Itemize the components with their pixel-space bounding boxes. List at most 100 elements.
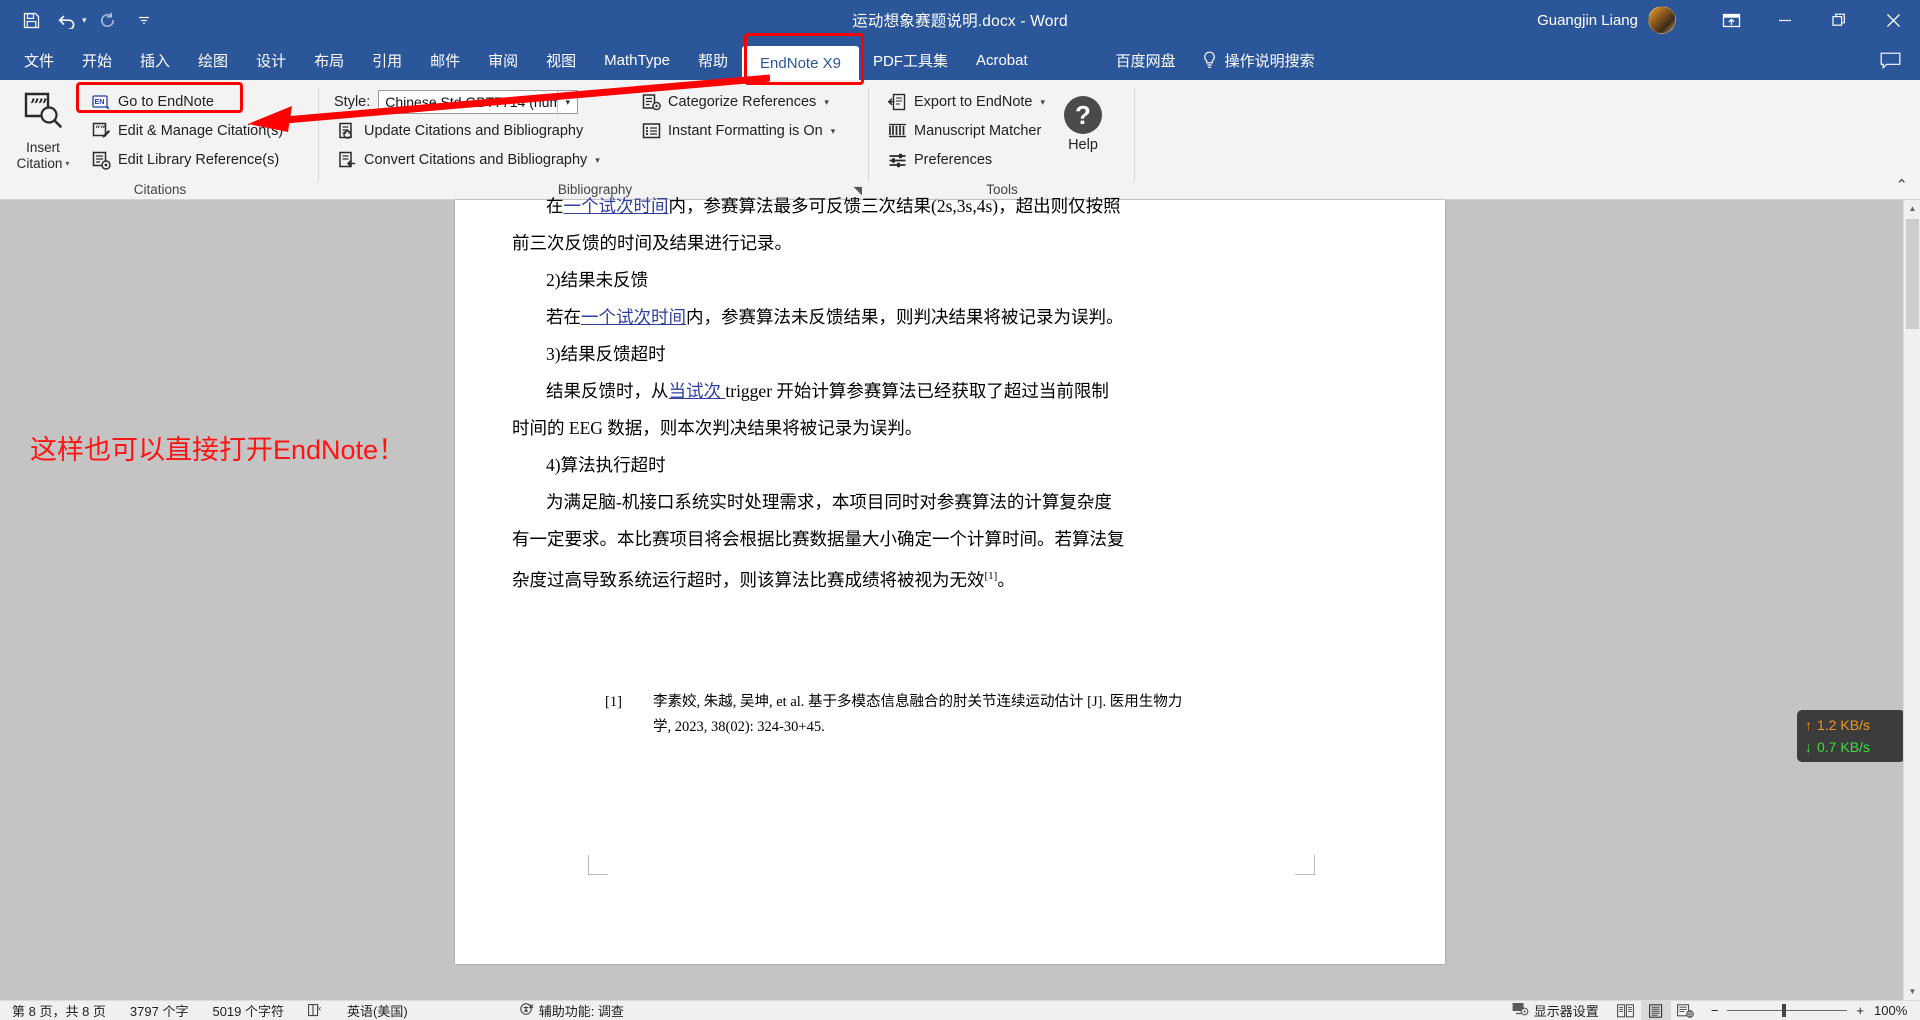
tab-home[interactable]: 开始: [68, 40, 126, 80]
page-indicator[interactable]: 第 8 页，共 8 页: [0, 1001, 118, 1020]
vertical-scrollbar[interactable]: ▲ ▼: [1903, 200, 1920, 1000]
chevron-down-icon[interactable]: ▾: [557, 91, 578, 113]
insert-citation-button[interactable]: ” ” Insert Citation ▾: [8, 86, 78, 174]
chevron-down-icon[interactable]: ▾: [595, 155, 600, 166]
tab-file[interactable]: 文件: [10, 40, 68, 80]
document-page[interactable]: 在一个试次时间内，参赛算法最多可反馈三次结果(2s,3s,4s)，超出则仅按照 …: [455, 196, 1445, 964]
cross-reference-link[interactable]: 当试次: [669, 381, 726, 401]
convert-citations-bibliography-button[interactable]: Convert Citations and Bibliography ▾: [334, 148, 604, 172]
convert-citations-bibliography-label: Convert Citations and Bibliography: [364, 152, 588, 168]
paragraph-text: 杂度过高导致系统运行超时，则该算法比赛成绩将被视为无效: [512, 569, 985, 590]
ribbon-group-bibliography: Style: Chinese Std GBT7714 (numer... ▾ U…: [320, 80, 870, 200]
display-settings-icon: [1512, 1002, 1529, 1019]
insert-citation-label-1: Insert: [26, 140, 60, 155]
tab-baidu-netdisk[interactable]: 百度网盘: [1102, 40, 1190, 80]
update-bibliography-icon: [338, 122, 357, 141]
status-bar: 第 8 页，共 8 页 3797 个字 5019 个字符 x 英语(美国) 辅助…: [0, 1000, 1920, 1020]
zoom-slider-handle[interactable]: [1782, 1004, 1787, 1017]
paragraph-text: 内，参赛算法未反馈结果，则判决结果将被记录为误判。: [686, 307, 1124, 327]
citation-field[interactable]: [1]: [985, 570, 998, 582]
tab-mathtype[interactable]: MathType: [590, 40, 684, 80]
update-citations-bibliography-button[interactable]: Update Citations and Bibliography: [334, 119, 587, 143]
bibliography-entry[interactable]: [1] 李素姣, 朱越, 吴坤, et al. 基于多模态信息融合的肘关节连续运…: [605, 690, 1305, 740]
accessibility-status[interactable]: 辅助功能: 调查: [420, 1001, 636, 1020]
style-combobox[interactable]: Chinese Std GBT7714 (numer... ▾: [378, 90, 579, 114]
margin-corner-mark: [588, 855, 608, 875]
scrollbar-thumb[interactable]: [1906, 219, 1919, 329]
comments-icon[interactable]: [1860, 52, 1920, 69]
group-separator: [318, 88, 319, 182]
document-body[interactable]: 在一个试次时间内，参赛算法最多可反馈三次结果(2s,3s,4s)，超出则仅按照 …: [455, 196, 1445, 964]
language-indicator[interactable]: 英语(美国): [335, 1001, 420, 1020]
document-paragraph: 杂度过高导致系统运行超时，则该算法比赛成绩将被视为无效[1]。: [512, 558, 1015, 599]
display-settings-label: 显示器设置: [1533, 1004, 1599, 1019]
web-layout-view-button[interactable]: [1671, 1001, 1701, 1020]
chevron-down-icon[interactable]: ▾: [65, 156, 69, 172]
network-speed-widget[interactable]: ↑ 1.2 KB/s ↓ 0.7 KB/s: [1797, 710, 1905, 762]
chevron-up-icon[interactable]: ⌃: [1895, 176, 1908, 194]
ribbon-display-options-icon[interactable]: [1704, 0, 1758, 40]
tab-endnote-x9[interactable]: EndNote X9: [742, 46, 859, 80]
preferences-button[interactable]: Preferences: [884, 148, 996, 172]
edit-manage-citations-button[interactable]: ”” Edit & Manage Citation(s): [88, 119, 287, 143]
title-bar-right: Guangjin Liang: [1537, 0, 1920, 40]
print-layout-view-button[interactable]: [1640, 1000, 1671, 1020]
restore-button[interactable]: [1812, 0, 1866, 40]
tab-help[interactable]: 帮助: [684, 40, 742, 80]
go-to-endnote-label: Go to EndNote: [118, 94, 214, 110]
tab-references[interactable]: 引用: [358, 40, 416, 80]
manuscript-matcher-button[interactable]: Manuscript Matcher: [884, 119, 1045, 143]
minimize-button[interactable]: [1758, 0, 1812, 40]
manuscript-matcher-label: Manuscript Matcher: [914, 123, 1042, 139]
avatar[interactable]: [1648, 6, 1676, 34]
tab-mailings[interactable]: 邮件: [416, 40, 474, 80]
edit-library-references-button[interactable]: Edit Library Reference(s): [88, 148, 283, 172]
account-name[interactable]: Guangjin Liang: [1537, 12, 1638, 29]
ribbon: ” ” Insert Citation ▾ EN Go to EndNote ”…: [0, 80, 1920, 200]
tab-view[interactable]: 视图: [532, 40, 590, 80]
lightbulb-icon: [1202, 51, 1218, 69]
tab-draw[interactable]: 绘图: [184, 40, 242, 80]
tab-acrobat[interactable]: Acrobat: [962, 40, 1042, 80]
scroll-down-arrow-icon[interactable]: ▼: [1904, 983, 1920, 1000]
paragraph-text: 在: [546, 196, 564, 216]
preferences-label: Preferences: [914, 152, 993, 168]
zoom-control: − +: [1701, 1003, 1874, 1019]
instant-formatting-button[interactable]: Instant Formatting is On ▾: [638, 119, 839, 143]
cross-reference-link[interactable]: 一个试次时间: [564, 196, 669, 216]
tab-layout[interactable]: 布局: [300, 40, 358, 80]
reference-text-line1: 李素姣, 朱越, 吴坤, et al. 基于多模态信息融合的肘关节连续运动估计 …: [653, 694, 1183, 710]
close-button[interactable]: [1866, 0, 1920, 40]
categorize-references-button[interactable]: Categorize References ▾: [638, 90, 833, 114]
tell-me-search[interactable]: 操作说明搜索: [1190, 50, 1327, 71]
zoom-in-button[interactable]: +: [1856, 1003, 1864, 1018]
categorize-references-icon: [642, 93, 661, 112]
endnote-icon: EN: [92, 93, 111, 112]
ribbon-group-tools: Export to EndNote ▾ Manuscript Matcher P…: [868, 80, 1136, 200]
tab-insert[interactable]: 插入: [126, 40, 184, 80]
categorize-references-label: Categorize References: [668, 94, 817, 110]
svg-text:x: x: [318, 1007, 321, 1013]
word-count[interactable]: 3797 个字: [118, 1001, 201, 1020]
chevron-down-icon[interactable]: ▾: [1041, 97, 1046, 108]
zoom-out-button[interactable]: −: [1711, 1003, 1719, 1018]
tab-pdf-toolkit[interactable]: PDF工具集: [859, 40, 962, 80]
paragraph-text: 。: [997, 569, 1015, 590]
zoom-slider[interactable]: [1727, 1003, 1848, 1019]
character-count[interactable]: 5019 个字符: [200, 1001, 296, 1020]
export-to-endnote-button[interactable]: Export to EndNote ▾: [884, 90, 1049, 114]
arrow-up-icon: ↑: [1805, 717, 1812, 733]
tab-review[interactable]: 审阅: [474, 40, 532, 80]
zoom-percentage[interactable]: 100%: [1874, 1003, 1920, 1018]
display-settings-button[interactable]: 显示器设置: [1500, 1001, 1611, 1020]
chevron-down-icon[interactable]: ▾: [824, 97, 829, 108]
read-mode-view-button[interactable]: [1611, 1001, 1641, 1020]
cross-reference-link[interactable]: 一个试次时间: [581, 307, 686, 327]
annotation-text: 这样也可以直接打开EndNote！: [30, 435, 406, 465]
chevron-down-icon[interactable]: ▾: [831, 126, 836, 137]
proofing-errors-icon[interactable]: x: [296, 1004, 335, 1017]
scroll-up-arrow-icon[interactable]: ▲: [1904, 200, 1920, 217]
go-to-endnote-button[interactable]: EN Go to EndNote: [88, 90, 218, 114]
help-button[interactable]: ? Help: [1064, 96, 1102, 153]
tab-design[interactable]: 设计: [242, 40, 300, 80]
